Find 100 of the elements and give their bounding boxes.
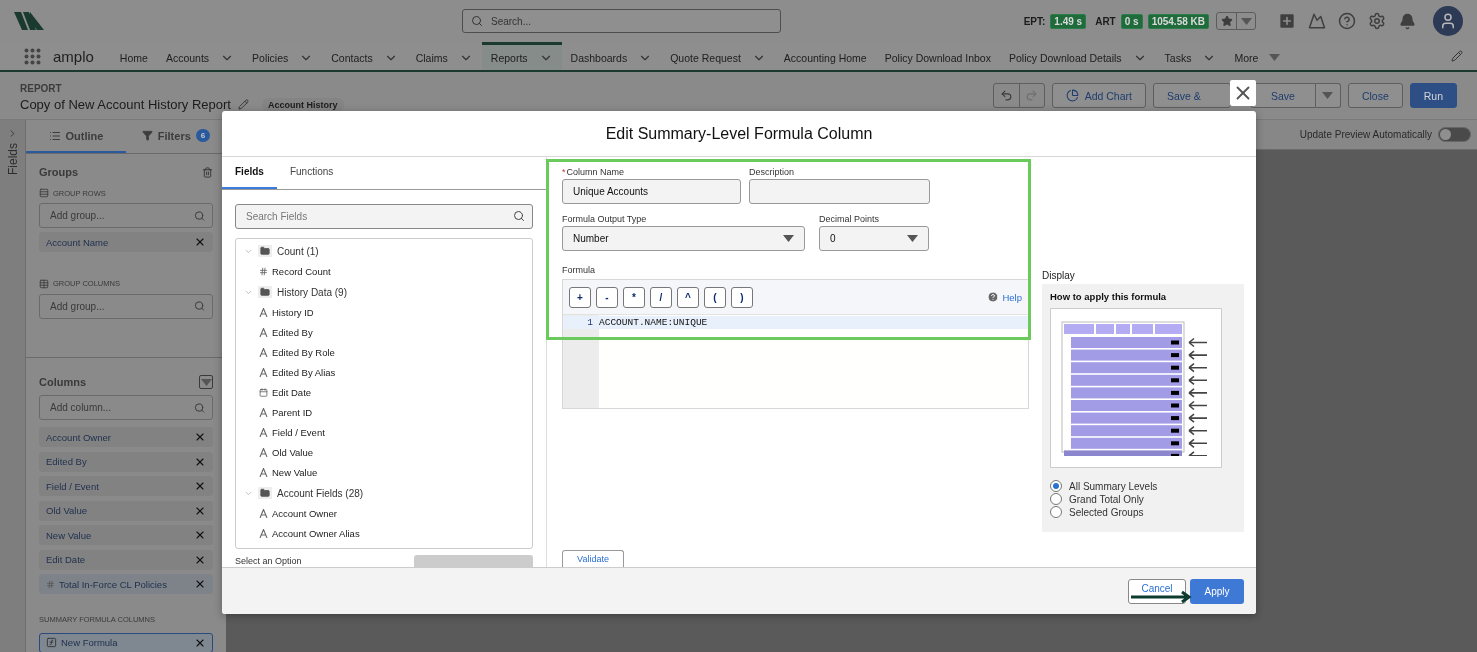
nav-tab[interactable]: Reports xyxy=(481,42,562,70)
radio-button[interactable] xyxy=(1050,493,1062,505)
column-chip[interactable]: Edit Date xyxy=(39,549,213,570)
tab[interactable]: Functions xyxy=(276,157,347,189)
nav-tab[interactable]: Policy Download Details xyxy=(999,42,1156,70)
column-chip[interactable]: Total In-Force CL Policies xyxy=(39,574,213,594)
folder-row[interactable]: Count (1) xyxy=(244,240,532,262)
apply-button[interactable]: Apply xyxy=(1190,578,1244,604)
user-avatar[interactable] xyxy=(1433,6,1463,36)
radio-button[interactable] xyxy=(1050,480,1062,492)
field-item[interactable]: History ID xyxy=(244,302,532,323)
nav-tab[interactable]: Tasks xyxy=(1155,42,1226,70)
close-icon xyxy=(194,529,206,541)
tab[interactable]: Fields xyxy=(222,157,277,189)
operator-button[interactable]: + xyxy=(569,286,591,308)
close-icon xyxy=(194,480,206,492)
add-column-field[interactable]: Add column... xyxy=(39,395,213,420)
remove-button[interactable] xyxy=(194,578,206,590)
column-chip[interactable]: Edited By xyxy=(39,451,213,472)
operator-button[interactable]: ) xyxy=(731,286,753,308)
description-field[interactable] xyxy=(749,179,930,204)
folder-row[interactable]: Account Fields (28) xyxy=(244,482,532,504)
text-field-icon xyxy=(259,368,268,378)
operator-button[interactable]: ^ xyxy=(677,286,699,308)
nav-tab[interactable]: Home xyxy=(110,42,157,70)
field-item[interactable]: New Value xyxy=(244,462,532,483)
formula-editor[interactable]: + - * / ^ ( ) Help 1 ACCOUNT.NAME:UNIQUE xyxy=(562,279,1029,409)
validate-button[interactable]: Validate xyxy=(562,550,624,567)
modal-title: Edit Summary-Level Formula Column xyxy=(605,124,873,143)
run-button[interactable]: Run xyxy=(1409,83,1457,108)
filter-icon xyxy=(141,130,153,141)
folder-icon xyxy=(258,286,272,299)
column-chip[interactable]: New Value xyxy=(39,525,213,545)
field-item[interactable]: Field / Event xyxy=(244,422,532,443)
help-button[interactable] xyxy=(1336,10,1358,32)
close-button[interactable] xyxy=(1230,80,1256,106)
search-field[interactable]: Search Fields xyxy=(235,203,533,229)
nav-tab[interactable]: Policies xyxy=(243,42,323,70)
folder-row[interactable]: History Data (9) xyxy=(244,281,532,303)
column-chip[interactable]: Old Value xyxy=(39,500,213,521)
field-item[interactable]: Edited By Role xyxy=(244,342,532,363)
operator-button[interactable]: * xyxy=(623,286,645,308)
nav-tab[interactable]: Policy Download Inbox xyxy=(875,42,1000,70)
nav-tab[interactable]: More xyxy=(1225,42,1290,70)
close-icon xyxy=(194,578,206,590)
fields-tab[interactable]: Fields xyxy=(5,143,20,175)
field-item[interactable]: Old Value xyxy=(244,442,532,463)
toolbar-button[interactable]: Close xyxy=(1347,83,1403,108)
app-launcher-icon[interactable] xyxy=(24,47,41,65)
remove-button[interactable] xyxy=(194,529,206,541)
column-chip[interactable]: Account Owner xyxy=(39,427,213,447)
field-item[interactable]: Edited By Alias xyxy=(244,362,532,383)
edit-icon[interactable] xyxy=(238,99,249,110)
operator-button[interactable]: / xyxy=(650,286,672,308)
save-menu-button[interactable] xyxy=(1315,83,1341,108)
preview-toggle[interactable] xyxy=(1438,127,1471,142)
edit-icon[interactable] xyxy=(1451,50,1463,62)
close-icon xyxy=(194,431,206,443)
formula-chip[interactable]: New Formula xyxy=(39,632,213,652)
nav-tab[interactable]: Accounting Home xyxy=(774,42,876,70)
panel-tab[interactable]: Outline xyxy=(26,120,126,153)
nav-tab[interactable]: Contacts xyxy=(322,42,407,70)
select-field[interactable] xyxy=(414,555,533,567)
columns-icon xyxy=(39,278,49,289)
count-badge: 6 xyxy=(195,129,211,142)
remove-button[interactable] xyxy=(194,431,206,443)
column-chip[interactable]: Field / Event xyxy=(39,476,213,496)
field-item[interactable]: Edit Date xyxy=(244,382,532,403)
remove-button[interactable] xyxy=(194,236,206,248)
nav-tab[interactable]: Claims xyxy=(406,42,482,70)
add-group-field[interactable]: Add group... xyxy=(39,293,213,319)
delete-icon[interactable] xyxy=(202,166,213,178)
decimal-points-select[interactable]: 0 xyxy=(819,226,929,251)
nav-tab[interactable]: Quote Request xyxy=(661,42,775,70)
plus-icon xyxy=(1277,11,1297,31)
add-group-field[interactable]: Add group... xyxy=(39,203,213,228)
add-chart-button[interactable]: Add Chart xyxy=(1051,83,1146,108)
field-item[interactable]: Parent ID xyxy=(244,402,532,423)
radio-button[interactable] xyxy=(1050,506,1062,518)
search-field[interactable]: Search... xyxy=(462,9,781,33)
favorites-menu-button[interactable] xyxy=(1236,13,1255,29)
field-item[interactable]: Account Owner Alias xyxy=(244,523,532,544)
toggle-label: Update Preview Automatically xyxy=(1299,129,1432,140)
operator-button[interactable]: - xyxy=(596,286,618,308)
help-link[interactable]: Help xyxy=(987,291,1022,303)
column-name-field[interactable]: Unique Accounts xyxy=(562,179,741,204)
operator-button[interactable]: ( xyxy=(704,286,726,308)
field-item[interactable]: Edited By xyxy=(244,322,532,343)
panel-tab[interactable]: Filters 6 xyxy=(126,120,226,153)
columns-menu-button[interactable] xyxy=(199,375,213,389)
field-item[interactable]: Account Owner xyxy=(244,503,532,524)
field-item[interactable]: Record Count xyxy=(244,261,532,282)
group-chip[interactable]: Account Name xyxy=(39,232,213,252)
nav-tab[interactable]: Dashboards xyxy=(561,42,662,70)
toolbar-button[interactable]: Save & xyxy=(1152,83,1231,108)
nav-tab[interactable]: Accounts xyxy=(156,42,244,70)
output-type-select[interactable]: Number xyxy=(562,226,805,251)
remove-button[interactable] xyxy=(194,480,206,492)
text-field-icon xyxy=(259,308,268,318)
field-label: Formula Output Type xyxy=(562,214,648,224)
